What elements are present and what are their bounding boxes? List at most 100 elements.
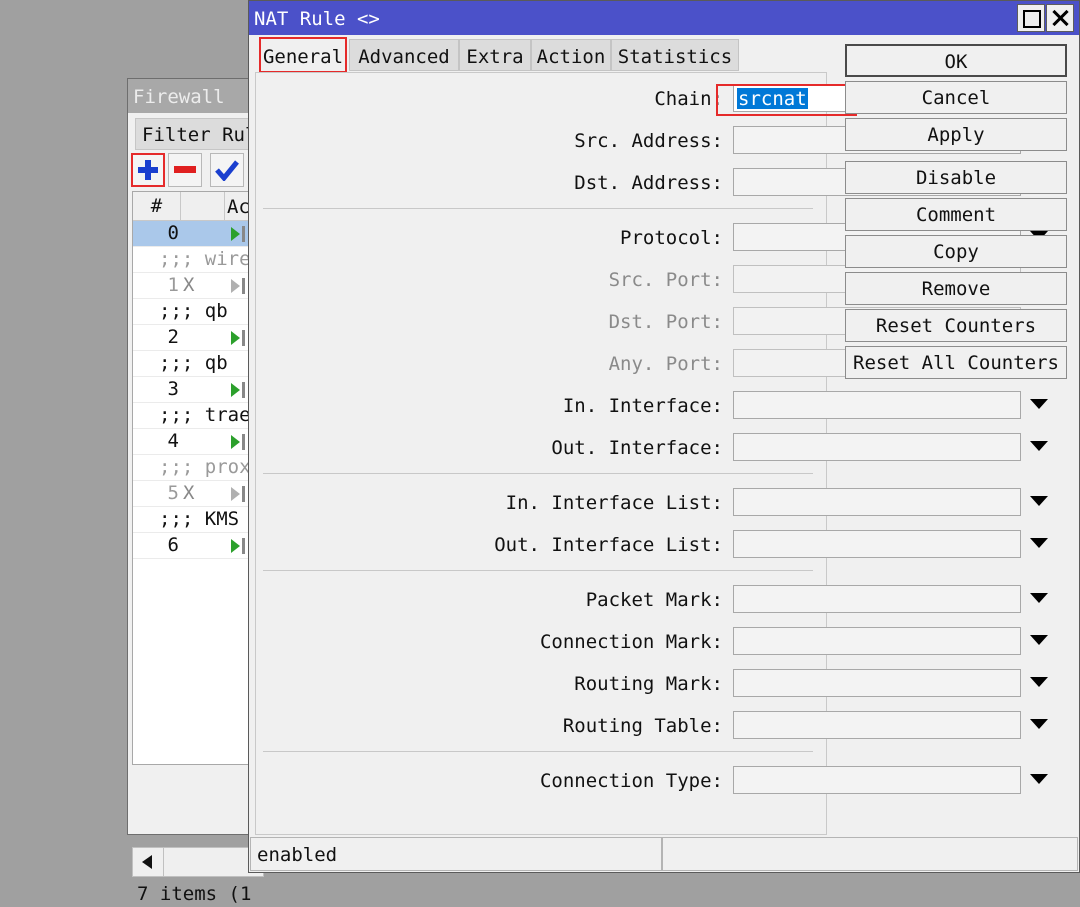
connection-type-field[interactable] xyxy=(733,766,1021,794)
protocol-label: Protocol: xyxy=(620,227,723,249)
in-interface-list-field[interactable] xyxy=(733,488,1021,516)
tab-action[interactable]: Action xyxy=(531,39,611,71)
in-interface-list-label: In. Interface List: xyxy=(505,492,723,514)
column-header-action[interactable]: Ac xyxy=(225,192,250,220)
checkmark-icon xyxy=(215,160,239,181)
enable-rule-button[interactable] xyxy=(210,153,244,187)
src-port-label: Src. Port: xyxy=(608,269,723,291)
table-row[interactable]: 3 xyxy=(133,377,263,403)
minus-icon xyxy=(174,166,196,173)
remove-rule-button[interactable] xyxy=(168,153,202,187)
action-accept-icon xyxy=(231,539,240,553)
separator xyxy=(263,473,813,474)
table-row[interactable]: 2 xyxy=(133,325,263,351)
remove-button[interactable]: Remove xyxy=(845,272,1067,305)
in-interface-label: In. Interface: xyxy=(562,395,723,417)
routing-table-field[interactable] xyxy=(733,711,1021,739)
disable-button[interactable]: Disable xyxy=(845,161,1067,194)
action-accept-icon xyxy=(231,383,240,397)
rule-comment-row[interactable]: ;;; KMS xyxy=(133,507,263,533)
action-accept-icon xyxy=(231,435,240,449)
routing-mark-label: Routing Mark: xyxy=(574,673,723,695)
rule-comment-row[interactable]: ;;; trae xyxy=(133,403,263,429)
close-icon[interactable] xyxy=(1046,4,1074,32)
separator xyxy=(263,208,813,209)
out-interface-label: Out. Interface: xyxy=(551,437,723,459)
routing-mark-dropdown-icon[interactable] xyxy=(1030,677,1048,687)
out-interface-list-dropdown-icon[interactable] xyxy=(1030,538,1048,548)
rule-comment-row[interactable]: ;;; prox xyxy=(133,455,263,481)
dst-port-label: Dst. Port: xyxy=(608,311,723,333)
action-accept-icon xyxy=(231,487,240,501)
rule-comment-row[interactable]: ;;; qb xyxy=(133,351,263,377)
packet-mark-field[interactable] xyxy=(733,585,1021,613)
column-header-num[interactable]: # xyxy=(133,192,181,220)
rule-comment-row[interactable]: ;;; qb xyxy=(133,299,263,325)
out-interface-field[interactable] xyxy=(733,433,1021,461)
routing-table-dropdown-icon[interactable] xyxy=(1030,719,1048,729)
action-bar-icon xyxy=(242,434,245,450)
rule-comment-row[interactable]: ;;; wire xyxy=(133,247,263,273)
status-cell-empty xyxy=(662,837,1078,871)
firewall-rule-list[interactable]: # Ac 0;;; wire 1 X;;; qb 2;;; qb 3;;; trae 4;… xyxy=(132,191,264,765)
in-interface-field[interactable] xyxy=(733,391,1021,419)
chain-label: Chain: xyxy=(654,88,723,110)
rule-list-header: # Ac xyxy=(133,192,263,221)
routing-mark-field[interactable] xyxy=(733,669,1021,697)
reset-all-counters-button[interactable]: Reset All Counters xyxy=(845,346,1067,379)
table-row[interactable]: 0 xyxy=(133,221,263,247)
connection-type-label: Connection Type: xyxy=(539,770,723,792)
reset-counters-button[interactable]: Reset Counters xyxy=(845,309,1067,342)
table-row[interactable]: 1X xyxy=(133,273,263,299)
firewall-window-title[interactable]: Firewall xyxy=(128,79,266,113)
action-bar-icon xyxy=(242,226,245,242)
action-accept-icon xyxy=(231,227,240,241)
nat-rule-dialog: NAT Rule <> General Advanced Extra Actio… xyxy=(248,0,1080,873)
rule-rows: 0;;; wire 1 X;;; qb 2;;; qb 3;;; trae 4;;; pr… xyxy=(133,221,263,559)
tab-statistics[interactable]: Statistics xyxy=(611,39,739,71)
connection-mark-dropdown-icon[interactable] xyxy=(1030,635,1048,645)
cancel-button[interactable]: Cancel xyxy=(845,81,1067,114)
rule-number: 4 xyxy=(167,430,179,452)
copy-button[interactable]: Copy xyxy=(845,235,1067,268)
connection-mark-label: Connection Mark: xyxy=(539,631,723,653)
action-accept-icon xyxy=(231,279,240,293)
action-bar-icon xyxy=(242,486,245,502)
out-interface-list-field[interactable] xyxy=(733,530,1021,558)
connection-type-dropdown-icon[interactable] xyxy=(1030,774,1048,784)
rule-number: 6 xyxy=(167,534,179,556)
action-bar-icon xyxy=(242,382,245,398)
scroll-left-button[interactable] xyxy=(133,848,164,876)
firewall-window: Firewall Filter Rul # Ac 0;;; wire 1 X;;; … xyxy=(127,78,267,905)
comment-button[interactable]: Comment xyxy=(845,198,1067,231)
table-row[interactable]: 5X xyxy=(133,481,263,507)
in-interface-list-dropdown-icon[interactable] xyxy=(1030,496,1048,506)
disabled-flag: X xyxy=(183,274,195,296)
apply-button[interactable]: Apply xyxy=(845,118,1067,151)
rule-number: 2 xyxy=(167,326,179,348)
table-row[interactable]: 4 xyxy=(133,429,263,455)
firewall-status-text: 7 items (1 xyxy=(137,883,252,905)
tab-extra[interactable]: Extra xyxy=(459,39,531,71)
tab-advanced[interactable]: Advanced xyxy=(349,39,459,71)
chain-highlight-box xyxy=(716,84,857,116)
action-bar-icon xyxy=(242,278,245,294)
ok-button[interactable]: OK xyxy=(845,44,1067,77)
column-header-blank[interactable] xyxy=(180,192,225,220)
packet-mark-dropdown-icon[interactable] xyxy=(1030,593,1048,603)
in-interface-dropdown-icon[interactable] xyxy=(1030,399,1048,409)
dialog-status-bar: enabled xyxy=(249,837,1079,873)
rule-number: 1 xyxy=(167,274,179,296)
maximize-icon[interactable] xyxy=(1017,4,1045,32)
action-bar-icon xyxy=(242,538,245,554)
connection-mark-field[interactable] xyxy=(733,627,1021,655)
out-interface-list-label: Out. Interface List: xyxy=(494,534,723,556)
tab-filter-rules[interactable]: Filter Rul xyxy=(135,118,265,150)
tab-general[interactable]: General xyxy=(259,37,347,73)
add-rule-button[interactable] xyxy=(131,153,165,187)
routing-table-label: Routing Table: xyxy=(562,715,723,737)
out-interface-dropdown-icon[interactable] xyxy=(1030,441,1048,451)
dialog-title-bar[interactable]: NAT Rule <> xyxy=(249,1,1079,35)
table-row[interactable]: 6 xyxy=(133,533,263,559)
rule-status: enabled xyxy=(250,837,662,871)
